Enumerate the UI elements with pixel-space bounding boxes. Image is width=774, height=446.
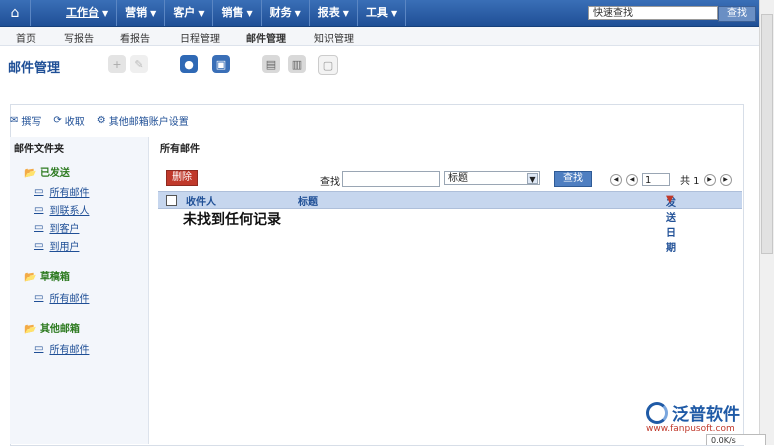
- folder-open-icon: 📂: [24, 324, 37, 335]
- folder-group-drafts[interactable]: 📂 草稿箱: [24, 268, 70, 283]
- folder-move-icon[interactable]: ▥: [288, 55, 306, 73]
- folder-icon: ▭: [34, 222, 44, 233]
- chevron-down-icon: ▼: [527, 173, 538, 184]
- pager: ◀ ◀ 1 共 1 ▶ ▶: [610, 172, 732, 187]
- folder-icon: ▭: [34, 292, 44, 303]
- folder-group-sent[interactable]: 📂 已发送: [24, 164, 70, 179]
- quick-search-button[interactable]: 查找: [718, 6, 756, 22]
- find-button[interactable]: 查找: [554, 171, 592, 187]
- menu-customer[interactable]: 客户 ▼: [165, 0, 214, 26]
- column-title[interactable]: 标题: [298, 193, 318, 208]
- folder-icon: ▭: [34, 186, 44, 197]
- column-recipient[interactable]: 收件人: [186, 193, 216, 208]
- folder-other-all[interactable]: ▭ 所有邮件: [34, 341, 89, 356]
- folder-group-other[interactable]: 📂 其他邮箱: [24, 320, 80, 335]
- delete-button[interactable]: 删除: [166, 170, 198, 186]
- chat-icon[interactable]: ●: [180, 55, 198, 73]
- last-page-icon[interactable]: ▶: [719, 173, 732, 186]
- folder-open-icon: 📂: [24, 272, 37, 283]
- top-menu-bar: ⌂ 工作台 ▼ 营销 ▼ 客户 ▼ 销售 ▼ 财务 ▼ 报表 ▼ 工具 ▼ 快速查找 查找: [0, 0, 760, 27]
- folder-open-icon: 📂: [24, 168, 37, 179]
- next-page-icon[interactable]: ▶: [703, 173, 716, 186]
- subnav-write-report[interactable]: 写报告: [64, 30, 94, 45]
- page-title: 邮件管理: [8, 61, 61, 76]
- folder-open-icon[interactable]: ▤: [262, 55, 280, 73]
- menu-reports[interactable]: 报表 ▼: [310, 0, 358, 26]
- other-accounts-button[interactable]: ⚙ 其他邮箱账户设置: [97, 113, 189, 128]
- prev-page-icon[interactable]: ◀: [626, 173, 638, 186]
- home-icon[interactable]: ⌂: [0, 0, 31, 26]
- menu-finance[interactable]: 财务 ▼: [262, 0, 310, 26]
- folder-sent-users[interactable]: ▭ 到用户: [34, 238, 79, 253]
- mail-table-header: 收件人 标题 发送日期 ▼: [158, 191, 742, 254]
- folder-icon: ▭: [34, 204, 44, 215]
- brand-mark-icon: [646, 401, 668, 424]
- brand-logo: 泛普软件: [646, 400, 740, 425]
- folder-sent-contacts[interactable]: ▭ 到联系人: [34, 202, 89, 217]
- mail-list-header: 所有邮件: [160, 144, 200, 155]
- sort-desc-icon: ▼: [666, 194, 674, 205]
- network-speed-widget: 0.0K/s: [706, 434, 766, 445]
- subnav-knowledge[interactable]: 知识管理: [314, 30, 354, 45]
- page-total: 共 1: [680, 176, 700, 187]
- find-label: 查找: [320, 177, 340, 188]
- monitor-icon[interactable]: ▣: [212, 55, 230, 73]
- first-page-icon[interactable]: ◀: [610, 173, 622, 186]
- compose-button[interactable]: ✉ 撰写: [10, 113, 41, 128]
- quick-search-input[interactable]: 快速查找: [588, 6, 718, 20]
- menu-marketing[interactable]: 营销 ▼: [117, 0, 166, 26]
- settings-icon: ⚙: [96, 114, 106, 126]
- subnav-home[interactable]: 首页: [16, 30, 36, 45]
- sub-nav: 首页 写报告 看报告 日程管理 邮件管理 知识管理: [0, 27, 760, 46]
- main-menu: 工作台 ▼ 营销 ▼ 客户 ▼ 销售 ▼ 财务 ▼ 报表 ▼ 工具 ▼: [58, 0, 407, 26]
- menu-sales[interactable]: 销售 ▼: [213, 0, 262, 26]
- view-icon[interactable]: ▢: [318, 55, 338, 75]
- page-number-input[interactable]: 1: [642, 173, 670, 186]
- scrollbar-thumb[interactable]: [761, 14, 773, 254]
- menu-tools[interactable]: 工具 ▼: [358, 0, 407, 26]
- folder-sent-all[interactable]: ▭ 所有邮件: [34, 184, 89, 199]
- subnav-mail[interactable]: 邮件管理: [246, 30, 286, 45]
- folder-icon: ▭: [34, 240, 44, 251]
- folder-sent-customers[interactable]: ▭ 到客户: [34, 220, 79, 235]
- subnav-view-report[interactable]: 看报告: [120, 30, 150, 45]
- edit-icon[interactable]: ✎: [130, 55, 148, 73]
- find-field-select[interactable]: 标题 ▼: [444, 171, 540, 185]
- page-scrollbar[interactable]: [759, 0, 774, 445]
- receive-button[interactable]: ⟳ 收取: [53, 113, 84, 128]
- empty-message: 未找到任何记录: [183, 212, 281, 228]
- select-all-checkbox[interactable]: [166, 195, 177, 206]
- folder-drafts-all[interactable]: ▭ 所有邮件: [34, 290, 89, 305]
- add-icon[interactable]: +: [108, 55, 126, 73]
- mail-toolbar: ✉ 撰写 ⟳ 收取 ⚙ 其他邮箱账户设置: [10, 112, 189, 128]
- find-input[interactable]: [342, 171, 440, 187]
- brand-name: 泛普软件: [672, 405, 740, 425]
- menu-workbench[interactable]: 工作台 ▼: [58, 0, 118, 26]
- refresh-icon: ⟳: [53, 114, 62, 126]
- folder-icon: ▭: [34, 343, 44, 354]
- folder-header: 邮件文件夹: [14, 144, 64, 155]
- compose-icon: ✉: [10, 114, 19, 126]
- subnav-schedule[interactable]: 日程管理: [180, 30, 220, 45]
- brand-url: www.fanpusoft.com: [646, 424, 735, 434]
